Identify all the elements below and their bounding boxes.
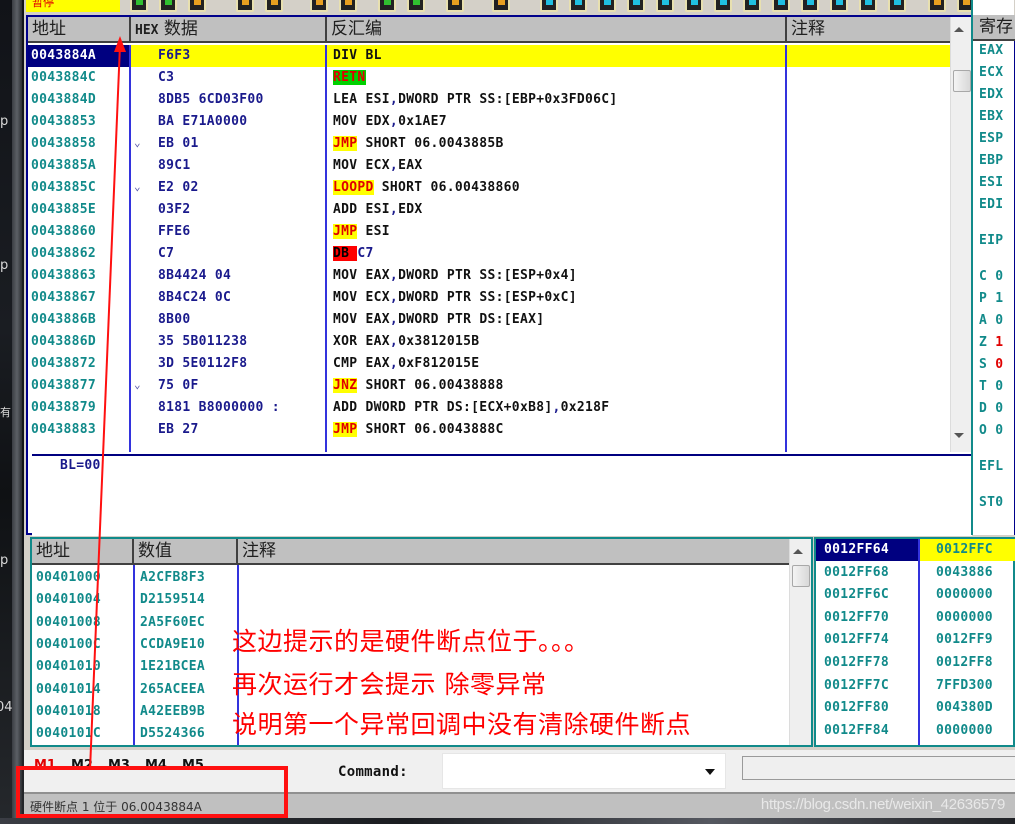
annotation-arrow-head [114,36,126,52]
annotation-arrow-line [89,44,121,771]
annotation-arrow [89,36,126,771]
